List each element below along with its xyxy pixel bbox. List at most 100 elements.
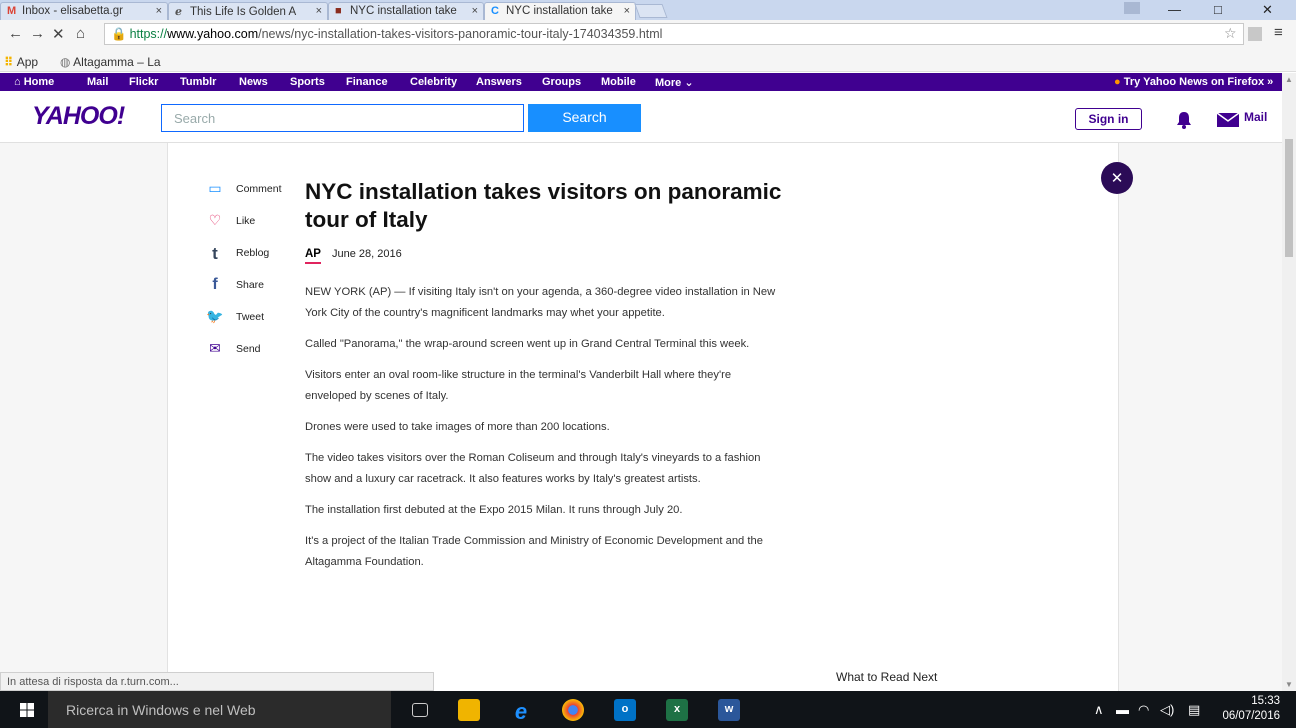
nav-mail[interactable]: Mail <box>87 76 108 88</box>
nav-tumblr[interactable]: Tumblr <box>180 76 216 88</box>
firefox-promo-link[interactable]: ● Try Yahoo News on Firefox » <box>1114 76 1273 88</box>
minimize-icon[interactable]: — <box>1168 2 1181 17</box>
share-reblog[interactable]: t Reblog <box>204 244 294 276</box>
share-facebook[interactable]: f Share <box>204 276 294 308</box>
close-article-button[interactable]: ✕ <box>1101 162 1133 194</box>
home-icon[interactable]: ⌂ <box>76 25 85 42</box>
notifications-icon[interactable]: ▤ <box>1188 702 1200 718</box>
home-icon: ⌂ <box>14 76 21 88</box>
site-favicon-icon: ■ <box>335 5 342 17</box>
tab-this-life-is-golden[interactable]: ℯ This Life Is Golden A × <box>168 2 328 20</box>
clock-date: 06/07/2016 <box>1222 710 1280 722</box>
nav-more[interactable]: More ⌄ <box>655 76 694 89</box>
share-like[interactable]: ♡ Like <box>204 212 294 244</box>
byline: AP June 28, 2016 <box>305 248 785 270</box>
nav-answers[interactable]: Answers <box>476 76 522 88</box>
share-label: Like <box>236 215 256 227</box>
nav-flickr[interactable]: Flickr <box>129 76 158 88</box>
taskbar-search[interactable]: Ricerca in Windows e nel Web <box>48 691 391 728</box>
maximize-icon[interactable]: □ <box>1214 2 1222 17</box>
share-send[interactable]: ✉ Send <box>204 340 294 372</box>
close-tab-icon[interactable]: × <box>156 5 162 17</box>
scrollbar-thumb[interactable] <box>1285 139 1293 257</box>
close-tab-icon[interactable]: × <box>316 5 322 17</box>
heart-icon: ♡ <box>208 212 222 228</box>
url-protocol: https:// <box>129 27 168 41</box>
tab-label: This Life Is Golden A <box>190 6 297 18</box>
nav-celebrity[interactable]: Celebrity <box>410 76 457 88</box>
sign-in-button[interactable]: Sign in <box>1075 108 1142 130</box>
tab-inbox[interactable]: M Inbox - elisabetta.gr × <box>0 2 168 20</box>
nav-news[interactable]: News <box>239 76 268 88</box>
tab-nyc-installation-active[interactable]: C NYC installation take × <box>484 2 636 20</box>
loading-icon: C <box>491 5 499 17</box>
volume-icon[interactable]: ◁) <box>1160 702 1174 718</box>
close-window-icon[interactable]: ✕ <box>1262 2 1273 18</box>
share-comment[interactable]: ▭ Comment <box>204 180 294 212</box>
scroll-up-icon[interactable]: ▲ <box>1285 75 1293 84</box>
bookmark-apps[interactable]: ⠿ App <box>4 55 38 69</box>
nav-label: Home <box>23 76 55 88</box>
twitter-icon: 🐦 <box>206 308 224 324</box>
close-tab-icon[interactable]: × <box>624 5 630 17</box>
article-paragraph: The video takes visitors over the Roman … <box>305 452 761 485</box>
mail-link[interactable]: Mail <box>1244 110 1267 124</box>
search-button[interactable]: Search <box>528 104 641 132</box>
comment-icon: ▭ <box>208 180 222 196</box>
url-host: www.yahoo.com <box>167 27 259 41</box>
clock[interactable]: 15:33 06/07/2016 <box>1216 694 1280 724</box>
edge-browser-icon[interactable]: e <box>510 699 532 724</box>
file-explorer-icon[interactable] <box>458 699 480 721</box>
outlook-icon[interactable]: o <box>614 699 636 721</box>
globe-icon: ◍ <box>60 55 71 69</box>
mail-envelope-icon[interactable] <box>1216 111 1240 129</box>
chevron-up-icon[interactable]: ∧ <box>1094 702 1104 718</box>
windows-start-icon[interactable] <box>20 703 34 717</box>
task-view-icon[interactable] <box>412 703 428 717</box>
status-bar: In attesa di risposta da r.turn.com... <box>0 672 434 691</box>
source-logo[interactable]: AP <box>305 248 321 264</box>
tab-nyc-installation-1[interactable]: ■ NYC installation take × <box>328 2 484 20</box>
bookmarks-bar: ⠿ App ◍ Altagamma – La <box>0 52 1296 72</box>
nav-groups[interactable]: Groups <box>542 76 581 88</box>
share-label: Share <box>236 279 265 291</box>
site-favicon-icon: ℯ <box>175 6 182 18</box>
scroll-down-icon[interactable]: ▼ <box>1285 680 1293 689</box>
bookmark-altagamma[interactable]: ◍ Altagamma – La <box>60 55 161 69</box>
article-paragraph: Drones were used to take images of more … <box>305 421 610 433</box>
forward-arrow-icon[interactable]: → <box>30 25 45 42</box>
publish-date: June 28, 2016 <box>332 248 402 260</box>
bookmark-label: App <box>16 55 39 69</box>
close-tab-icon[interactable]: × <box>472 5 478 17</box>
lock-icon: 🔒 <box>111 27 127 41</box>
stop-icon[interactable]: ✕ <box>52 25 65 43</box>
vertical-scrollbar[interactable]: ▲ ▼ <box>1282 73 1296 691</box>
new-tab-button[interactable] <box>634 4 668 18</box>
share-tweet[interactable]: 🐦 Tweet <box>204 308 294 340</box>
share-label: Comment <box>236 183 282 195</box>
nav-sports[interactable]: Sports <box>290 76 325 88</box>
extension-icon[interactable] <box>1248 27 1262 41</box>
nav-finance[interactable]: Finance <box>346 76 388 88</box>
nav-mobile[interactable]: Mobile <box>601 76 636 88</box>
word-icon[interactable]: w <box>718 699 740 721</box>
chrome-icon[interactable] <box>562 699 584 721</box>
share-label: Reblog <box>236 247 270 259</box>
bookmark-star-icon[interactable]: ☆ <box>1224 25 1237 42</box>
address-bar[interactable]: 🔒 https://www.yahoo.com/news/nyc-installa… <box>104 23 1244 45</box>
share-label: Send <box>236 343 261 355</box>
yahoo-logo[interactable]: YAHOO! <box>32 102 125 131</box>
yahoo-top-nav: ⌂ Home Mail Flickr Tumblr News Sports Fi… <box>0 73 1282 91</box>
tumblr-icon: t <box>212 244 218 263</box>
back-arrow-icon[interactable]: ← <box>8 25 23 42</box>
search-input[interactable]: Search <box>161 104 524 132</box>
excel-icon[interactable]: x <box>666 699 688 721</box>
menu-icon[interactable]: ≡ <box>1274 24 1283 41</box>
nav-home[interactable]: ⌂ Home <box>14 76 54 88</box>
battery-icon[interactable]: ▬ <box>1116 702 1129 717</box>
bell-icon[interactable] <box>1174 110 1194 130</box>
profile-icon[interactable] <box>1124 2 1140 14</box>
envelope-icon: ✉ <box>209 340 221 356</box>
share-rail: ▭ Comment ♡ Like t Reblog f Share 🐦 Twee… <box>204 180 294 372</box>
wifi-icon[interactable]: ◠ <box>1138 702 1149 718</box>
